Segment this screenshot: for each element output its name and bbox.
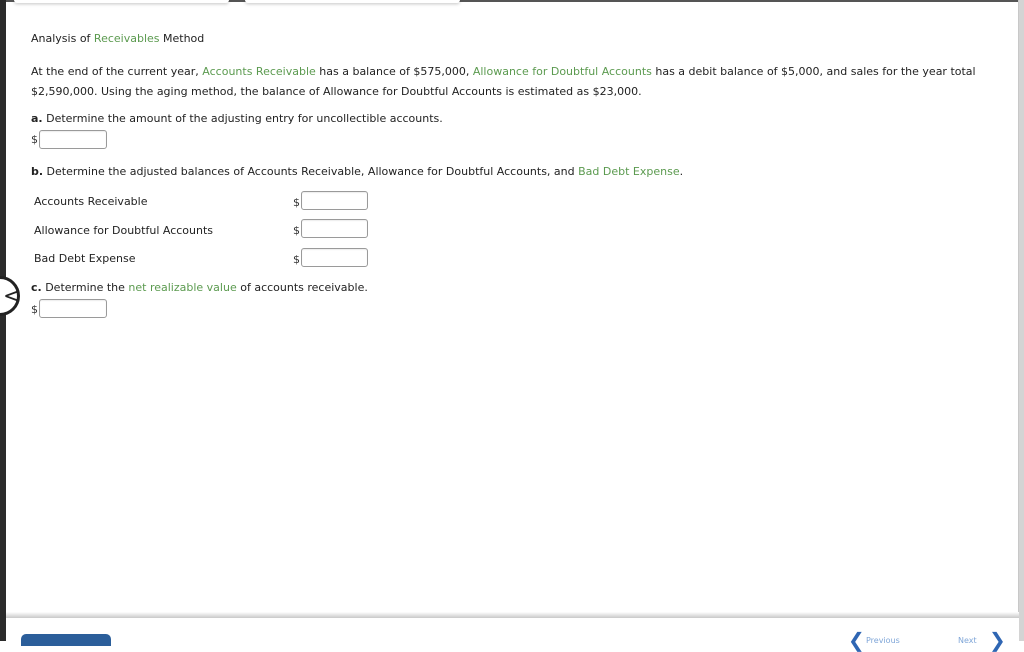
accounts-receivable-label: Accounts Receivable [34, 195, 148, 208]
bad-debt-expense-input[interactable] [301, 248, 368, 267]
dollar-sign: $ [293, 196, 300, 209]
accounts-receivable-input[interactable] [301, 191, 368, 210]
part-c-text-post: of accounts receivable. [236, 281, 368, 294]
next-chevron-icon[interactable]: ❯ [989, 628, 1006, 652]
dollar-sign: $ [293, 224, 300, 237]
title-suffix: Method [159, 32, 205, 45]
part-a-dollar-sign: $ [31, 133, 38, 146]
top-tab-1[interactable] [14, 0, 229, 3]
previous-chevron-icon[interactable]: ❮ [848, 628, 865, 652]
bad-debt-expense-label: Bad Debt Expense [34, 252, 136, 265]
part-a-amount-input[interactable] [39, 130, 107, 149]
part-a-question: a. Determine the amount of the adjusting… [31, 112, 443, 125]
top-tab-2[interactable] [245, 0, 460, 3]
previous-question-button[interactable]: < [0, 276, 22, 316]
accounts-receivable-term-link[interactable]: Accounts Receivable [202, 65, 316, 78]
part-b-period: . [679, 165, 684, 178]
bad-debt-expense-term-link[interactable]: Bad Debt Expense [578, 165, 679, 178]
left-frame-edge [0, 0, 6, 641]
statement-text-1: At the end of the current year, [31, 65, 203, 78]
part-c-dollar-sign: $ [31, 303, 38, 316]
allowance-doubtful-accounts-label: Allowance for Doubtful Accounts [34, 224, 214, 237]
part-c-letter: c. [31, 281, 42, 294]
chevron-left-icon: < [3, 284, 22, 309]
part-b-text: Determine the adjusted balances of Accou… [43, 165, 579, 178]
part-b-question: b. Determine the adjusted balances of Ac… [31, 165, 683, 178]
part-a-letter: a. [31, 112, 43, 125]
vertical-scrollbar[interactable] [1018, 0, 1024, 641]
part-c-question: c. Determine the net realizable value of… [31, 281, 368, 294]
receivables-term-link[interactable]: Receivables [94, 32, 160, 45]
statement-text-2: has a balance of $575,000, [315, 65, 473, 78]
dollar-sign: $ [293, 253, 300, 266]
title-prefix: Analysis of [31, 32, 94, 45]
part-a-text: Determine the amount of the adjusting en… [42, 112, 443, 125]
net-realizable-value-input[interactable] [39, 299, 107, 318]
allowance-term-link[interactable]: Allowance for Doubtful Accounts [473, 65, 652, 78]
problem-statement: At the end of the current year, Accounts… [31, 62, 1016, 102]
allowance-doubtful-accounts-input[interactable] [301, 219, 368, 238]
net-realizable-value-term-link[interactable]: net realizable value [128, 281, 236, 294]
check-answer-button[interactable] [21, 634, 111, 646]
part-b-letter: b. [31, 165, 44, 178]
problem-title: Analysis of Receivables Method [31, 32, 204, 45]
part-c-text-pre: Determine the [41, 281, 129, 294]
